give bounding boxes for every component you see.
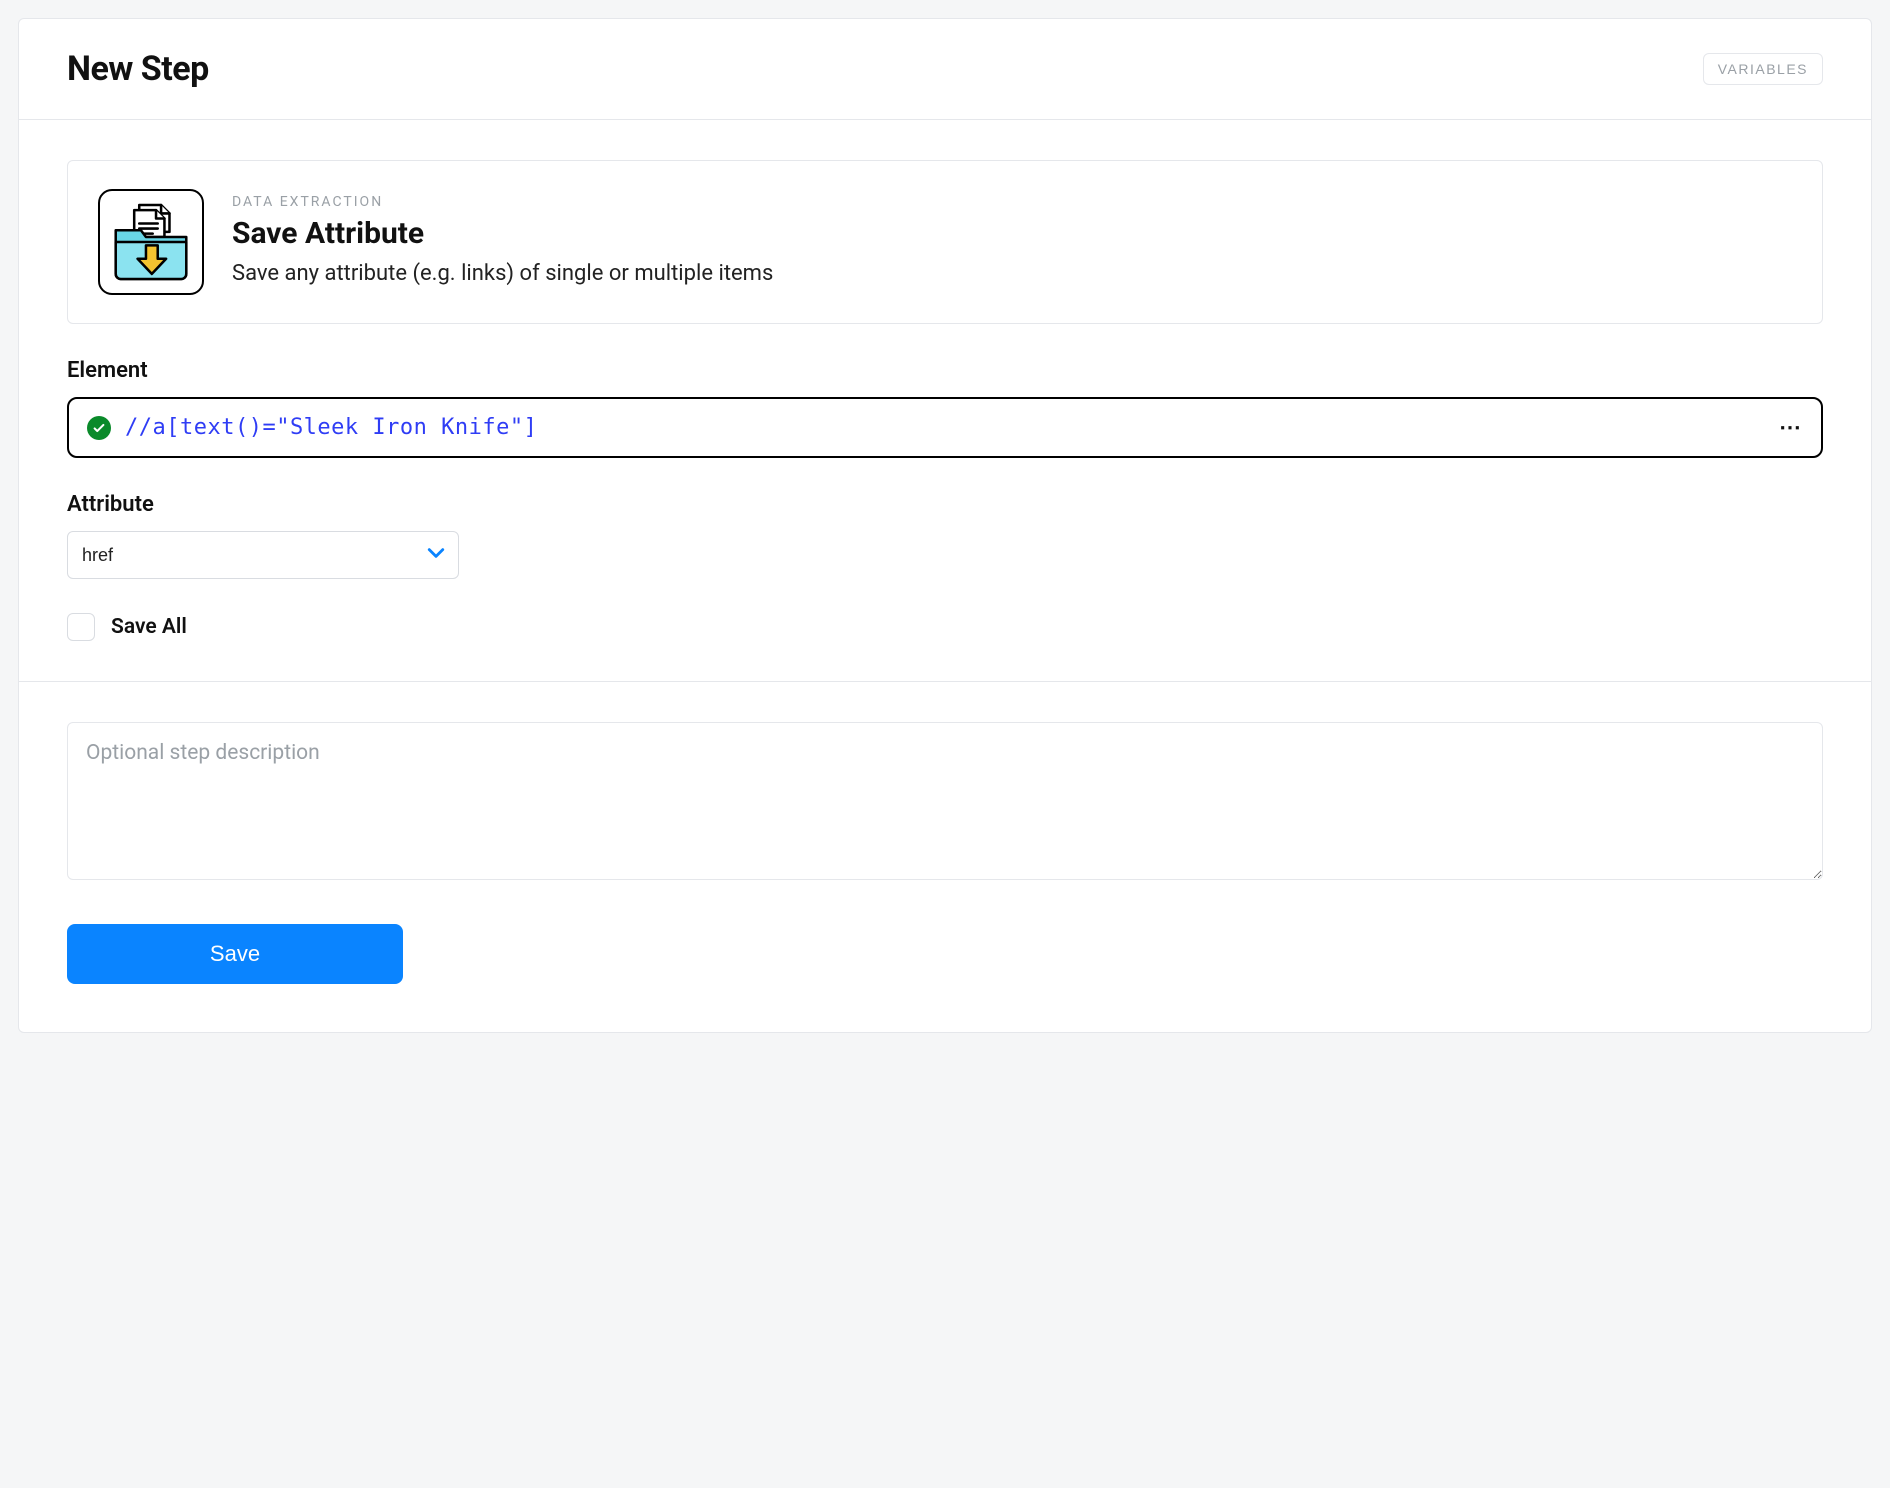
element-label: Element <box>67 358 1823 383</box>
element-xpath-value[interactable]: //a[text()="Sleek Iron Knife"] <box>125 415 1765 440</box>
step-title: Save Attribute <box>232 216 773 251</box>
step-card: DATA EXTRACTION Save Attribute Save any … <box>67 160 1823 324</box>
attribute-selected-value: href <box>82 545 113 566</box>
step-description-input[interactable] <box>67 722 1823 880</box>
more-menu-icon[interactable]: ⋯ <box>1779 415 1803 440</box>
element-input[interactable]: //a[text()="Sleek Iron Knife"] ⋯ <box>67 397 1823 458</box>
check-circle-icon <box>87 416 111 440</box>
panel-header: New Step VARIABLES <box>19 19 1871 120</box>
save-button[interactable]: Save <box>67 924 403 984</box>
variables-button[interactable]: VARIABLES <box>1703 53 1823 85</box>
attribute-select[interactable]: href <box>67 531 459 579</box>
page-title: New Step <box>67 49 209 89</box>
attribute-label: Attribute <box>67 492 1823 517</box>
step-description: Save any attribute (e.g. links) of singl… <box>232 259 773 290</box>
folder-download-icon <box>98 189 204 295</box>
save-all-label: Save All <box>111 615 187 639</box>
save-all-checkbox[interactable] <box>67 613 95 641</box>
step-eyebrow: DATA EXTRACTION <box>232 194 773 210</box>
